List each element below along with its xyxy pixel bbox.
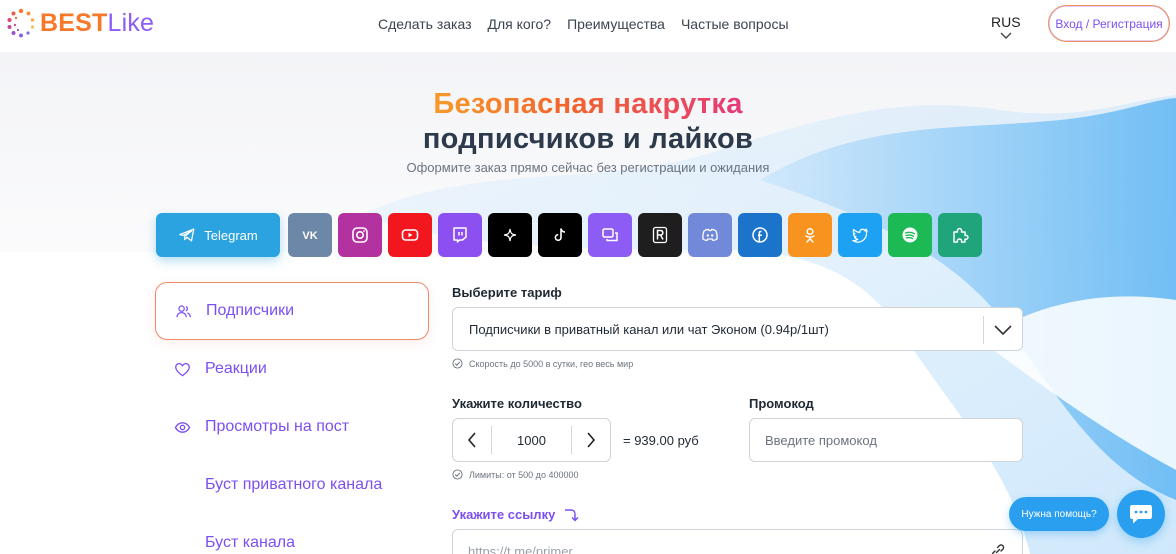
sparkle-icon [503, 228, 517, 242]
ok-icon [805, 227, 815, 243]
tariff-hint: Скорость до 5000 в сутки, гео весь мир [452, 358, 633, 369]
chat-support-button[interactable] [1117, 490, 1165, 538]
chat-icon [602, 228, 618, 242]
menu-item-label: Просмотры на пост [205, 418, 350, 435]
service-menu: Подписчики Реакции Просмотры на пост Бус… [155, 282, 429, 554]
facebook-icon [752, 227, 768, 243]
logo[interactable]: BESTLike [6, 8, 154, 38]
quantity-input[interactable]: 1000 [492, 433, 571, 448]
link-label: Укажите ссылку [452, 507, 556, 522]
spotify-icon [902, 227, 918, 243]
total-price: = 939.00 руб [623, 433, 699, 448]
chevron-left-icon [467, 432, 476, 448]
logo-text: BESTLike [40, 8, 154, 38]
hero-title-line2: подписчиков и лайков [422, 123, 754, 155]
puzzle-icon [953, 227, 969, 243]
quantity-label: Укажите количество [452, 396, 582, 411]
increase-button[interactable] [572, 418, 610, 462]
main-nav: Сделать заказ Для кого? Преимущества Час… [378, 16, 789, 32]
nav-advantages[interactable]: Преимущества [567, 16, 665, 32]
nav-for-whom[interactable]: Для кого? [488, 16, 552, 32]
platform-chat[interactable] [588, 213, 632, 257]
twitter-icon [852, 228, 868, 243]
tariff-hint-text: Скорость до 5000 в сутки, гео весь мир [469, 358, 634, 369]
menu-item-label: Буст канала [205, 534, 295, 551]
platform-instagram[interactable] [338, 213, 382, 257]
link-input[interactable] [452, 529, 1023, 554]
chevron-down-icon [994, 325, 1012, 336]
chevron-right-icon [587, 432, 596, 448]
logo-best: BEST [40, 9, 108, 37]
platform-telegram[interactable]: Telegram [156, 213, 280, 257]
vk-icon: VK [302, 230, 317, 242]
promo-label: Промокод [749, 396, 814, 411]
nav-faq[interactable]: Частые вопросы [681, 16, 789, 32]
language-selector[interactable]: RUS [991, 14, 1021, 40]
chat-bubble-icon [1130, 505, 1152, 524]
quantity-stepper: 1000 [452, 418, 611, 462]
platform-other[interactable] [938, 213, 982, 257]
decrease-button[interactable] [453, 418, 491, 462]
menu-item-reactions[interactable]: Реакции [155, 340, 429, 398]
users-icon [175, 303, 192, 320]
quantity-hint-text: Лимиты: от 500 до 400000 [469, 469, 579, 480]
check-circle-icon [452, 469, 463, 480]
platform-twitch[interactable] [438, 213, 482, 257]
svg-text:VK: VK [302, 230, 317, 242]
menu-item-label: Подписчики [206, 302, 295, 319]
platform-tabs: Telegram VK [156, 213, 982, 257]
platform-r[interactable] [638, 213, 682, 257]
menu-item-label: Буст приватного канала [205, 476, 383, 493]
top-header: BESTLike Сделать заказ Для кого? Преимущ… [0, 0, 1176, 52]
r-icon [652, 226, 668, 244]
promo-input[interactable] [749, 418, 1023, 462]
platform-odnoklassniki[interactable] [788, 213, 832, 257]
heart-icon [174, 361, 191, 378]
platform-threads[interactable] [488, 213, 532, 257]
help-bubble[interactable]: Нужна помощь? [1009, 497, 1109, 531]
platform-spotify[interactable] [888, 213, 932, 257]
menu-item-channel-boost[interactable]: Буст канала [155, 514, 429, 554]
youtube-icon [401, 229, 419, 241]
instagram-icon [352, 227, 368, 243]
telegram-icon [179, 228, 195, 242]
select-divider [983, 316, 984, 344]
platform-tiktok[interactable] [538, 213, 582, 257]
platform-twitter[interactable] [838, 213, 882, 257]
tiktok-icon [554, 228, 566, 242]
link-icon [991, 544, 1005, 554]
platform-youtube[interactable] [388, 213, 432, 257]
login-register-button[interactable]: Вход / Регистрация [1048, 5, 1170, 42]
hero-subtitle: Оформите заказ прямо сейчас без регистра… [406, 160, 770, 175]
platform-vk[interactable]: VK [288, 213, 332, 257]
hero-title-line1: Безопасная накрутка [0, 86, 1176, 122]
nav-order[interactable]: Сделать заказ [378, 16, 472, 32]
discord-icon [702, 228, 718, 242]
platform-discord[interactable] [688, 213, 732, 257]
tariff-select[interactable]: Подписчики в приватный канал или чат Эко… [452, 307, 1023, 351]
link-label-row: Укажите ссылку [452, 507, 579, 522]
platform-facebook[interactable] [738, 213, 782, 257]
arrow-down-right-icon [565, 508, 579, 522]
chevron-down-icon [1000, 32, 1012, 39]
logo-mark-icon [7, 8, 35, 38]
menu-item-post-views[interactable]: Просмотры на пост [155, 398, 429, 456]
language-label: RUS [991, 14, 1021, 30]
logo-like: Like [107, 9, 155, 37]
quantity-hint: Лимиты: от 500 до 400000 [452, 469, 578, 480]
eye-icon [174, 419, 191, 436]
platform-telegram-label: Telegram [204, 227, 258, 243]
hero: Безопасная накрутка подписчиков и лайков… [0, 86, 1176, 175]
tariff-selected-value: Подписчики в приватный канал или чат Эко… [469, 321, 829, 337]
hero-title-gradient: Безопасная накрутка [433, 88, 743, 120]
check-circle-icon [452, 358, 463, 369]
menu-item-label: Реакции [205, 360, 267, 377]
twitch-icon [453, 227, 467, 243]
menu-item-private-boost[interactable]: Буст приватного канала [155, 456, 429, 514]
tariff-label: Выберите тариф [452, 285, 562, 300]
menu-item-subscribers[interactable]: Подписчики [155, 282, 429, 340]
